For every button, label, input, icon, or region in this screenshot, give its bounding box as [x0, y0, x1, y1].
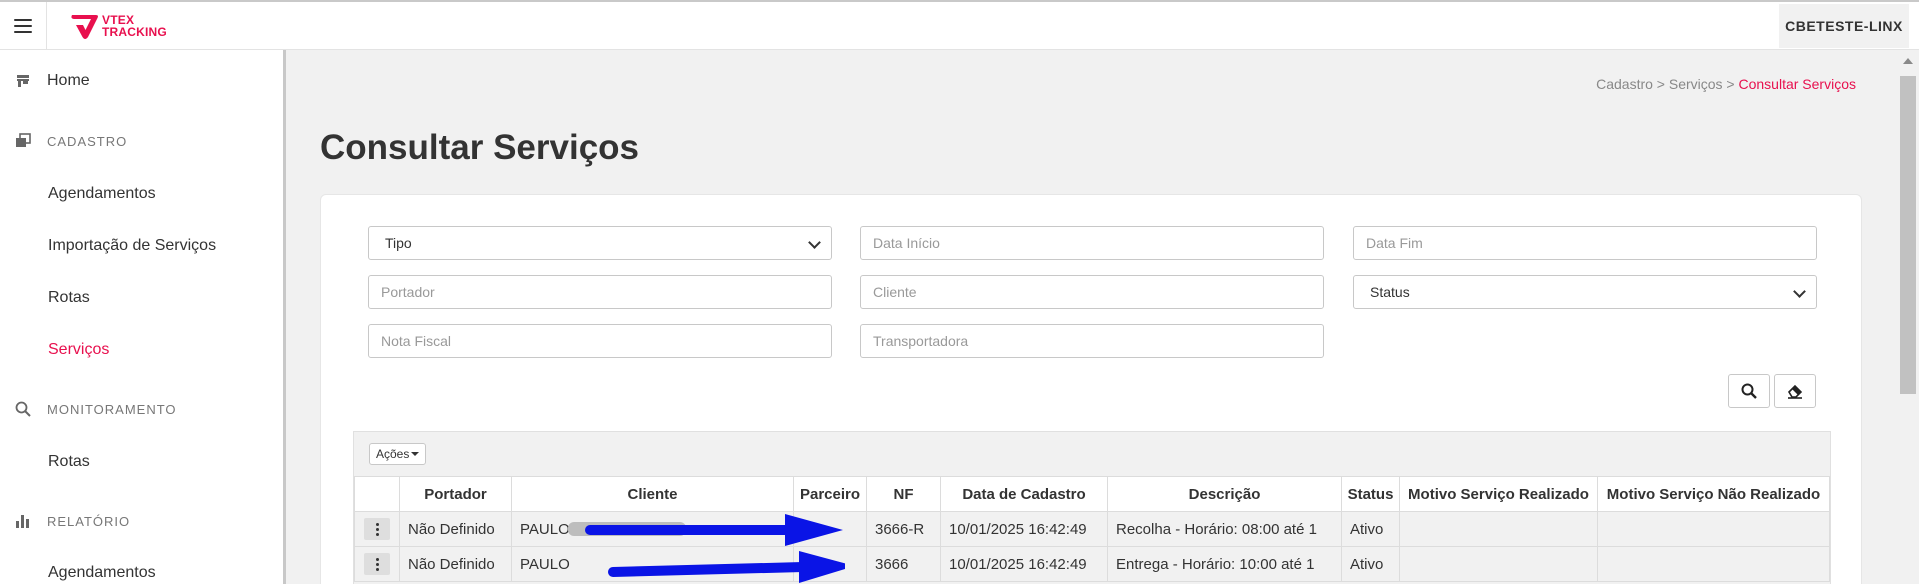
sidebar-item-home[interactable]: Home — [14, 72, 90, 90]
column-header-cliente[interactable]: Cliente — [511, 476, 794, 512]
sidebar-section-relatorio: RELATÓRIO — [14, 512, 130, 530]
status-select[interactable]: Status — [1353, 275, 1817, 309]
page-title: Consultar Serviços — [320, 128, 639, 167]
table-row[interactable]: Não Definido PAULO 3666 10/01/2025 16:42… — [354, 546, 1830, 582]
section-label: MONITORAMENTO — [47, 401, 177, 417]
breadcrumb: Cadastro > Serviços > Consultar Serviços — [1596, 76, 1856, 92]
column-header-parceiro[interactable]: Parceiro — [793, 476, 867, 512]
chevron-down-icon — [808, 236, 821, 249]
store-icon — [14, 72, 32, 90]
column-header-status[interactable]: Status — [1341, 476, 1400, 512]
vtex-tracking-logo[interactable]: VTEX TRACKING — [70, 11, 167, 41]
sidebar-item-monitoramento-rotas[interactable]: Rotas — [48, 453, 90, 471]
column-header-nf[interactable]: NF — [866, 476, 941, 512]
bar-chart-icon — [14, 512, 32, 530]
acoes-label: Ações — [376, 447, 410, 461]
section-label: RELATÓRIO — [47, 513, 131, 529]
row-actions-button[interactable] — [364, 518, 390, 540]
breadcrumb-current: Consultar Serviços — [1738, 76, 1857, 92]
cell-data-cadastro: 10/01/2025 16:42:49 — [940, 546, 1108, 582]
cell-parceiro — [793, 546, 867, 582]
top-bar: VTEX TRACKING CBETESTE-LINX — [0, 0, 1919, 50]
column-header-motivo-nao-realizado[interactable]: Motivo Serviço Não Realizado — [1597, 476, 1830, 512]
row-actions-button[interactable] — [364, 553, 390, 575]
column-header-motivo-realizado[interactable]: Motivo Serviço Realizado — [1399, 476, 1598, 512]
cell-motivo-realizado — [1399, 546, 1598, 582]
column-header-data-cadastro[interactable]: Data de Cadastro — [940, 476, 1108, 512]
services-grid: Ações Portador Cliente Parceiro NF Data … — [353, 431, 1831, 584]
nota-fiscal-input[interactable]: Nota Fiscal — [368, 324, 832, 358]
cliente-input[interactable]: Cliente — [860, 275, 1324, 309]
acoes-dropdown-button[interactable]: Ações — [369, 443, 427, 465]
hamburger-menu-button[interactable] — [0, 2, 47, 50]
search-button[interactable] — [1728, 374, 1770, 408]
column-header-actions — [354, 476, 400, 512]
data-inicio-input[interactable]: Data Início — [860, 226, 1324, 260]
cell-cliente: PAULO — [511, 546, 794, 582]
transportadora-input[interactable]: Transportadora — [860, 324, 1324, 358]
cell-nf: 3666-R — [866, 511, 941, 547]
search-icon — [14, 400, 32, 418]
clear-filters-button[interactable] — [1774, 374, 1816, 408]
sidebar-section-cadastro: CADASTRO — [14, 132, 127, 150]
cell-data-cadastro: 10/01/2025 16:42:49 — [940, 511, 1108, 547]
cell-portador: Não Definido — [399, 546, 512, 582]
cell-status: Ativo — [1341, 511, 1400, 547]
redacted-client-name — [568, 522, 686, 536]
sidebar-item-rotas[interactable]: Rotas — [48, 289, 90, 307]
eraser-icon — [1787, 384, 1803, 399]
cell-status: Ativo — [1341, 546, 1400, 582]
portador-input[interactable]: Portador — [368, 275, 832, 309]
brand-line-2: TRACKING — [102, 25, 167, 39]
cell-descricao: Entrega - Horário: 10:00 até 1 — [1107, 546, 1342, 582]
sidebar-item-importacao-servicos[interactable]: Importação de Serviços — [48, 237, 216, 255]
section-label: CADASTRO — [47, 133, 128, 149]
table-header-row: Portador Cliente Parceiro NF Data de Cad… — [354, 476, 1830, 512]
sidebar: Home CADASTRO Agendamentos Importação de… — [0, 50, 286, 584]
chevron-down-icon — [1793, 285, 1806, 298]
cell-portador: Não Definido — [399, 511, 512, 547]
tipo-select-value: Tipo — [385, 235, 412, 251]
column-header-portador[interactable]: Portador — [399, 476, 512, 512]
copy-icon — [14, 132, 32, 150]
menu-icon — [14, 19, 32, 33]
vtex-logo-icon — [71, 15, 98, 39]
scrollbar-thumb[interactable] — [1900, 76, 1916, 394]
sidebar-item-servicos[interactable]: Serviços — [48, 341, 109, 359]
sidebar-item-agendamentos[interactable]: Agendamentos — [48, 185, 156, 203]
account-name-button[interactable]: CBETESTE-LINX — [1779, 4, 1909, 48]
data-fim-input[interactable]: Data Fim — [1353, 226, 1817, 260]
column-header-descricao[interactable]: Descrição — [1107, 476, 1342, 512]
page-scrollbar[interactable] — [1897, 50, 1919, 584]
cell-motivo-realizado — [1399, 511, 1598, 547]
scroll-up-icon[interactable] — [1903, 58, 1913, 64]
cell-motivo-nao-realizado — [1597, 546, 1830, 582]
cell-descricao: Recolha - Horário: 08:00 até 1 — [1107, 511, 1342, 547]
kebab-menu-icon — [375, 557, 379, 561]
cell-motivo-nao-realizado — [1597, 511, 1830, 547]
sidebar-item-label: Home — [47, 72, 90, 89]
cell-nf: 3666 — [866, 546, 941, 582]
caret-down-icon — [411, 452, 420, 456]
search-icon — [1741, 383, 1757, 399]
cell-parceiro — [793, 511, 867, 547]
breadcrumb-path[interactable]: Cadastro > Serviços > — [1596, 76, 1738, 92]
kebab-menu-icon — [375, 522, 379, 526]
status-select-value: Status — [1370, 284, 1410, 300]
sidebar-section-monitoramento: MONITORAMENTO — [14, 400, 177, 418]
sidebar-item-relatorio-agendamentos[interactable]: Agendamentos — [48, 564, 156, 582]
tipo-select[interactable]: Tipo — [368, 226, 832, 260]
